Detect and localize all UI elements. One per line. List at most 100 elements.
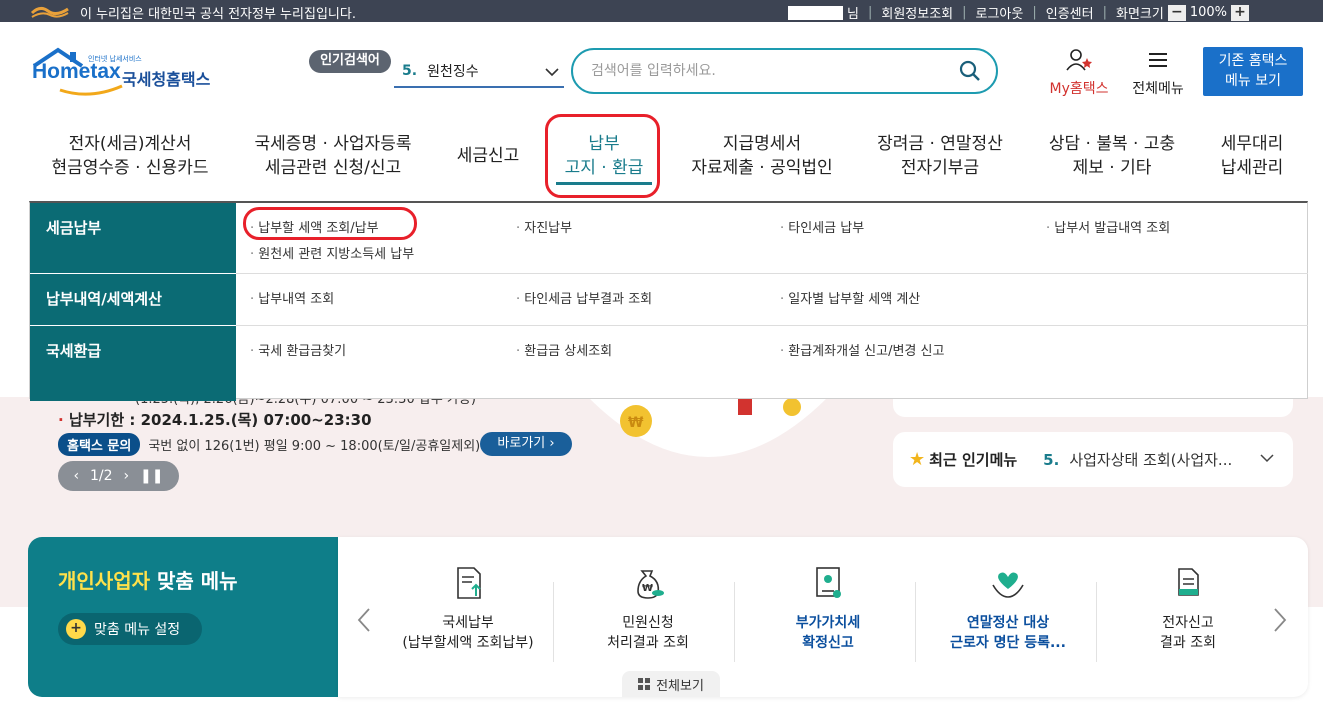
quick-item-line2: 처리결과 조회 [607, 635, 689, 651]
quick-item-line1: 국세납부 [442, 615, 494, 631]
gnb-line1: 전자(세금)계산서 [68, 134, 192, 154]
old-hometax-line2: 메뉴 보기 [1225, 73, 1281, 89]
gnb-line2: 고지 · 환급 [556, 156, 652, 185]
gov-emblem-icon [30, 6, 69, 18]
member-info-link[interactable]: 회원정보조회 [881, 3, 953, 22]
divider [553, 582, 554, 662]
popular-search-select[interactable]: 5. 원천징수 [394, 56, 564, 88]
gnb-line1: 장려금 · 연말정산 [877, 134, 1003, 154]
prev-icon[interactable]: ‹ [73, 468, 79, 484]
money-bag-icon: ₩ [637, 570, 664, 599]
search-icon[interactable] [958, 59, 982, 83]
side-card-top [893, 397, 1293, 417]
menu-item-tax-inquiry-payment[interactable]: 납부할 세액 조회/납부 [250, 217, 378, 236]
gnb-line2: 자료제출 · 공익법인 [691, 158, 833, 178]
biz-menu-panel: 개인사업자 맞춤 메뉴 + 맞춤 메뉴 설정 [28, 537, 340, 697]
view-all-button[interactable]: 전체보기 [622, 671, 720, 697]
due-date-label: 납부기한 : 2024.1.25.(목) 07:00~23:30 [68, 411, 372, 429]
menu-item-self-payment[interactable]: 자진납부 [516, 217, 572, 236]
gnb-tax-agent[interactable]: 세무대리 납세관리 [1212, 132, 1292, 180]
gnb-statement[interactable]: 지급명세서 자료제출 · 공익법인 [684, 132, 840, 180]
gnb-incentive[interactable]: 장려금 · 연말정산 전자기부금 [868, 132, 1012, 180]
gnb-e-invoice[interactable]: 전자(세금)계산서 현금영수증 · 신용카드 [50, 132, 210, 180]
heart-hands-icon [992, 572, 1024, 598]
quick-item-line1: 부가가치세 [795, 615, 861, 631]
quick-item-vat-report[interactable]: 부가가치세 확정신고 [738, 565, 918, 653]
chevron-down-icon [545, 68, 559, 77]
menu-item-refund-find[interactable]: 국세 환급금찾기 [250, 340, 346, 359]
menu-item-payment-history[interactable]: 납부내역 조회 [250, 288, 334, 307]
divider [734, 582, 735, 662]
gnb-payment[interactable]: 납부 고지 · 환급 [556, 132, 652, 185]
divider [236, 273, 1308, 274]
menu-item-local-income-tax[interactable]: 원천세 관련 지방소득세 납부 [250, 243, 414, 262]
next-icon[interactable]: › [123, 468, 129, 484]
logo-brand-text: Hometax [32, 60, 121, 83]
user-name-redacted [788, 5, 843, 20]
gnb-line1: 지급명세서 [722, 134, 802, 154]
menu-item-daily-calc[interactable]: 일자별 납부할 세액 계산 [780, 288, 920, 307]
biz-title-highlight: 개인사업자 [58, 569, 150, 593]
quick-item-line1: 연말정산 대상 [966, 615, 1050, 631]
logout-link[interactable]: 로그아웃 [976, 3, 1024, 22]
mega-cat-refund[interactable]: 국세환급 [30, 326, 236, 401]
gnb-line2: 제보 · 기타 [1072, 158, 1152, 178]
mega-cat-history[interactable]: 납부내역/세액계산 [30, 274, 236, 325]
custom-menu-setting-label: 맞춤 메뉴 설정 [94, 622, 181, 638]
gnb-line2: 현금영수증 · 신용카드 [51, 158, 209, 178]
chevron-right-icon: › [549, 436, 555, 451]
menu-item-others-result[interactable]: 타인세금 납부결과 조회 [516, 288, 652, 307]
quick-item-tax-payment[interactable]: 국세납부 (납부할세액 조회납부) [378, 565, 558, 653]
menu-item-bill-history[interactable]: 납부서 발급내역 조회 [1046, 217, 1170, 236]
old-hometax-button[interactable]: 기존 홈택스 메뉴 보기 [1203, 47, 1303, 96]
star-icon: ★ [909, 449, 926, 470]
gov-notice-text: 이 누리집은 대한민국 공식 전자정부 누리집입니다. [80, 7, 356, 22]
popular-menu-title: 최근 인기메뉴 [929, 451, 1018, 469]
gnb-line1: 국세증명 · 사업자등록 [254, 134, 412, 154]
pager-count: 1/2 [90, 468, 113, 484]
my-hometax-button[interactable]: My홈택스 [1043, 48, 1115, 98]
gnb-certificate[interactable]: 국세증명 · 사업자등록 세금관련 신청/신고 [248, 132, 418, 180]
hometax-logo[interactable]: 인터넷 납세서비스 Hometax 국세청홈택스 [30, 46, 245, 98]
screen-size-label: 화면크기 [1115, 7, 1164, 22]
chevron-down-icon[interactable] [1259, 450, 1275, 466]
menu-item-others-tax[interactable]: 타인세금 납부 [780, 217, 864, 236]
divider [1096, 582, 1097, 662]
goto-label: 바로가기 [497, 436, 546, 451]
gnb-line1: 상담 · 불복 · 고충 [1048, 134, 1176, 154]
hamburger-icon [1149, 53, 1167, 67]
mega-cat-payment[interactable]: 세금납부 [30, 203, 236, 273]
divider [236, 325, 1308, 326]
pause-icon[interactable]: ❚❚ [140, 468, 163, 484]
quick-item-year-end[interactable]: 연말정산 대상 근로자 명단 등록... [918, 565, 1098, 653]
my-hometax-label: My홈택스 [1049, 81, 1109, 97]
gnb-tax-report[interactable]: 세금신고 [450, 144, 526, 168]
zoom-out-button[interactable]: − [1167, 4, 1186, 21]
svg-text:₩: ₩ [642, 583, 653, 594]
menu-item-refund-account[interactable]: 환급계좌개설 신고/변경 신고 [780, 340, 944, 359]
user-star-icon [1066, 49, 1092, 71]
menu-item-refund-detail[interactable]: 환급금 상세조회 [516, 340, 612, 359]
cert-center-link[interactable]: 인증센터 [1046, 3, 1094, 22]
goto-button[interactable]: 바로가기 › [480, 432, 572, 456]
tax-document-icon [457, 567, 481, 599]
quick-item-line1: 전자신고 [1162, 615, 1214, 631]
custom-menu-setting-button[interactable]: + 맞춤 메뉴 설정 [58, 613, 202, 645]
quick-item-e-report[interactable]: 전자신고 결과 조회 [1098, 565, 1278, 653]
search-input[interactable] [591, 60, 951, 82]
gnb-consult[interactable]: 상담 · 불복 · 고충 제보 · 기타 [1040, 132, 1184, 180]
vat-report-icon [816, 567, 841, 598]
popular-menu-value: 사업자상태 조회(사업자... [1069, 451, 1233, 469]
quick-item-line1: 민원신청 [622, 615, 674, 631]
logo-korean-text: 국세청홈택스 [122, 70, 211, 89]
popular-menu-card[interactable]: ★ 최근 인기메뉴 5. 사업자상태 조회(사업자... [893, 432, 1293, 487]
quick-item-civil-result[interactable]: ₩ 민원신청 처리결과 조회 [558, 565, 738, 653]
view-all-label: 전체보기 [656, 678, 704, 694]
e-report-icon [1178, 568, 1199, 596]
all-menu-button[interactable]: 전체메뉴 [1126, 48, 1190, 98]
chevron-left-icon[interactable] [356, 607, 372, 639]
contact-tag: 홈택스 문의 [58, 433, 141, 456]
banner-pager: ‹ 1/2 › ❚❚ [58, 461, 179, 491]
zoom-in-button[interactable]: + [1231, 4, 1249, 21]
plus-icon: + [66, 619, 86, 639]
